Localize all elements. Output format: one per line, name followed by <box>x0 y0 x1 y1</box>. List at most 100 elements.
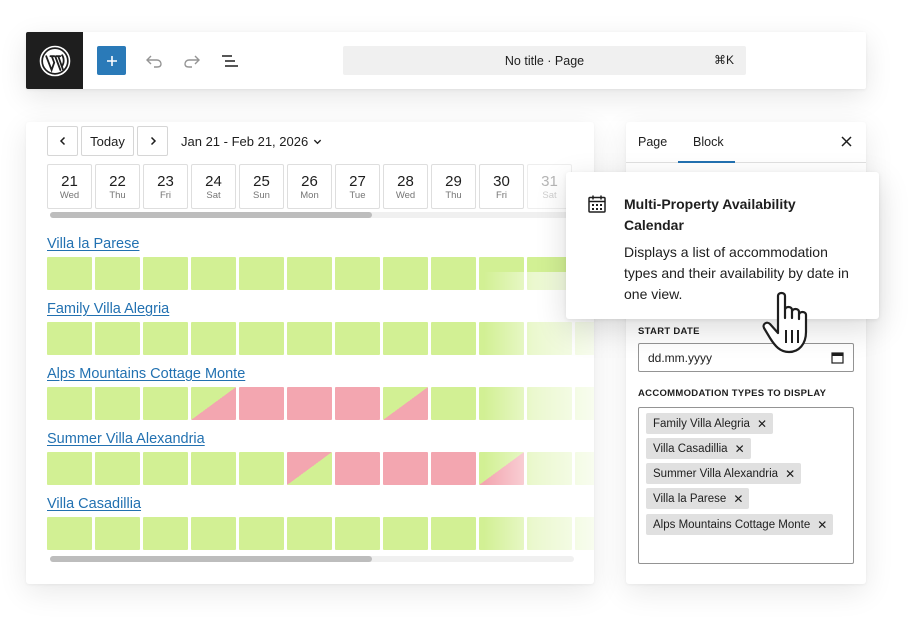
availability-row <box>47 257 594 290</box>
chevron-left-icon <box>59 136 65 146</box>
token-label: Summer Villa Alexandria <box>653 467 779 480</box>
availability-cell-available[interactable] <box>575 322 594 355</box>
availability-cell-available[interactable] <box>383 257 428 290</box>
document-title-bar[interactable]: No title · Page ⌘K <box>343 46 746 75</box>
availability-cell-checkout[interactable] <box>287 452 332 485</box>
availability-cell-available[interactable] <box>383 517 428 550</box>
availability-cell-available[interactable] <box>479 517 524 550</box>
availability-cell-booked[interactable] <box>287 387 332 420</box>
availability-cell-booked[interactable] <box>383 452 428 485</box>
availability-cell-checkin[interactable] <box>383 387 428 420</box>
availability-cell-booked[interactable] <box>335 387 380 420</box>
availability-cell-available[interactable] <box>527 452 572 485</box>
availability-cell-available[interactable] <box>239 322 284 355</box>
list-view-button[interactable] <box>220 51 240 71</box>
day-number: 28 <box>397 172 414 190</box>
availability-calendar: Today Jan 21 - Feb 21, 2026 21 Wed 22 Thu 23… <box>26 122 594 584</box>
availability-cell-available[interactable] <box>191 322 236 355</box>
availability-cell-booked[interactable] <box>431 452 476 485</box>
availability-cell-available[interactable] <box>479 257 524 290</box>
accommodation-token: Alps Mountains Cottage Monte ✕ <box>646 514 834 535</box>
availability-cell-available[interactable] <box>287 322 332 355</box>
accommodation-types-field[interactable]: Family Villa Alegria ✕ Villa Casadillia ✕ Su… <box>638 407 854 564</box>
availability-cell-available[interactable] <box>479 387 524 420</box>
availability-cell-available[interactable] <box>527 387 572 420</box>
availability-cell-available[interactable] <box>431 517 476 550</box>
availability-cell-available[interactable] <box>431 257 476 290</box>
command-shortcut: ⌘K <box>713 53 734 67</box>
availability-cell-available[interactable] <box>143 387 188 420</box>
availability-cell-available[interactable] <box>335 517 380 550</box>
day-cell: 24 Sat <box>191 164 236 209</box>
availability-cell-available[interactable] <box>143 517 188 550</box>
tab-block[interactable]: Block <box>693 135 724 149</box>
next-button[interactable] <box>137 126 168 156</box>
availability-cell-checkin[interactable] <box>479 452 524 485</box>
availability-cell-available[interactable] <box>143 322 188 355</box>
availability-cell-available[interactable] <box>527 517 572 550</box>
calendar-picker-icon[interactable] <box>831 351 844 364</box>
availability-cell-available[interactable] <box>287 517 332 550</box>
availability-cell-available[interactable] <box>575 517 594 550</box>
property-link[interactable]: Family Villa Alegria <box>47 301 169 317</box>
bottom-scrollbar-thumb[interactable] <box>50 556 372 562</box>
availability-cell-available[interactable] <box>527 322 572 355</box>
availability-cell-available[interactable] <box>47 517 92 550</box>
remove-token-icon[interactable]: ✕ <box>785 467 795 481</box>
remove-token-icon[interactable]: ✕ <box>757 417 767 431</box>
availability-cell-available[interactable] <box>47 387 92 420</box>
availability-row <box>47 517 594 550</box>
token-label: Family Villa Alegria <box>653 417 750 430</box>
availability-cell-available[interactable] <box>335 257 380 290</box>
availability-cell-available[interactable] <box>47 257 92 290</box>
property-link[interactable]: Villa la Parese <box>47 236 139 252</box>
prev-button[interactable] <box>47 126 78 156</box>
availability-cell-available[interactable] <box>95 257 140 290</box>
availability-cell-available[interactable] <box>239 517 284 550</box>
day-cell: 28 Wed <box>383 164 428 209</box>
redo-button[interactable] <box>182 51 202 71</box>
property-link[interactable]: Villa Casadillia <box>47 496 141 512</box>
availability-cell-available[interactable] <box>47 452 92 485</box>
top-scrollbar-thumb[interactable] <box>50 212 372 218</box>
remove-token-icon[interactable]: ✕ <box>735 442 745 456</box>
availability-cell-available[interactable] <box>191 452 236 485</box>
availability-cell-available[interactable] <box>239 257 284 290</box>
property-link[interactable]: Alps Mountains Cottage Monte <box>47 366 245 382</box>
today-button[interactable]: Today <box>81 126 134 156</box>
availability-cell-available[interactable] <box>431 387 476 420</box>
availability-cell-available[interactable] <box>191 257 236 290</box>
availability-cell-available[interactable] <box>287 257 332 290</box>
availability-cell-available[interactable] <box>95 452 140 485</box>
close-sidebar-button[interactable] <box>839 133 853 149</box>
calendar-icon <box>588 195 606 213</box>
add-block-button[interactable] <box>97 46 126 75</box>
tab-page[interactable]: Page <box>638 135 667 149</box>
availability-cell-available[interactable] <box>575 452 594 485</box>
availability-cell-available[interactable] <box>383 322 428 355</box>
undo-button[interactable] <box>144 51 164 71</box>
date-range-selector[interactable]: Jan 21 - Feb 21, 2026 <box>181 134 322 149</box>
availability-cell-available[interactable] <box>239 452 284 485</box>
wordpress-logo-button[interactable] <box>26 32 83 89</box>
availability-cell-booked[interactable] <box>335 452 380 485</box>
availability-cell-available[interactable] <box>431 322 476 355</box>
availability-cell-available[interactable] <box>95 387 140 420</box>
day-name: Sun <box>253 189 270 201</box>
availability-cell-available[interactable] <box>47 322 92 355</box>
availability-cell-available[interactable] <box>335 322 380 355</box>
availability-cell-available[interactable] <box>479 322 524 355</box>
remove-token-icon[interactable]: ✕ <box>733 492 743 506</box>
remove-token-icon[interactable]: ✕ <box>817 518 827 532</box>
availability-cell-available[interactable] <box>191 517 236 550</box>
availability-cell-available[interactable] <box>95 322 140 355</box>
availability-cell-available[interactable] <box>95 517 140 550</box>
availability-cell-available[interactable] <box>575 387 594 420</box>
property-link[interactable]: Summer Villa Alexandria <box>47 431 205 447</box>
day-name: Fri <box>495 189 508 201</box>
token-label: Villa Casadillia <box>653 442 728 455</box>
availability-cell-checkin[interactable] <box>191 387 236 420</box>
availability-cell-booked[interactable] <box>239 387 284 420</box>
availability-cell-available[interactable] <box>143 257 188 290</box>
availability-cell-available[interactable] <box>143 452 188 485</box>
